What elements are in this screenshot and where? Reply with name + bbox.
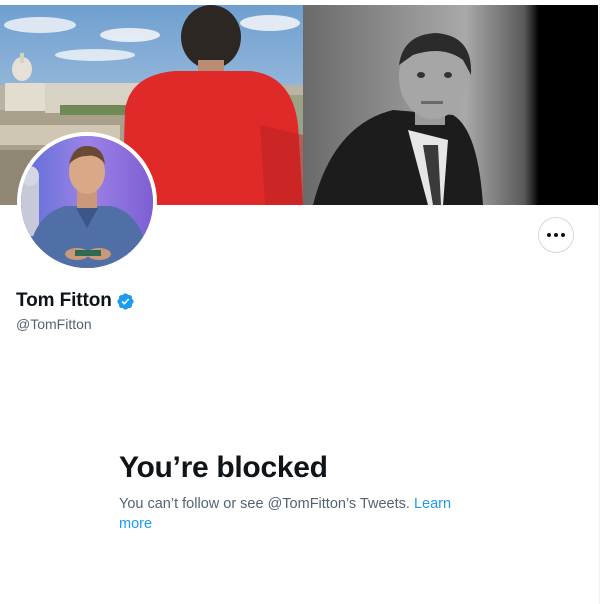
banner-photo-portrait	[303, 5, 598, 205]
blocked-message-text: You can’t follow or see @TomFitton’s Twe…	[119, 496, 410, 512]
avatar[interactable]	[17, 132, 157, 272]
blocked-title: You’re blocked	[119, 451, 328, 484]
verified-badge-icon[interactable]	[116, 292, 135, 311]
more-horizontal-icon	[547, 233, 565, 237]
blocked-notice: You’re blocked You can’t follow or see @…	[119, 450, 479, 534]
profile-page: Tom Fitton @TomFitton You’re blocked You…	[0, 0, 600, 604]
more-options-button[interactable]	[538, 217, 574, 253]
blocked-message: You can’t follow or see @TomFitton’s Twe…	[119, 494, 479, 534]
profile-name-row: Tom Fitton	[16, 290, 135, 312]
profile-handle: @TomFitton	[16, 316, 92, 332]
display-name: Tom Fitton	[16, 290, 112, 311]
